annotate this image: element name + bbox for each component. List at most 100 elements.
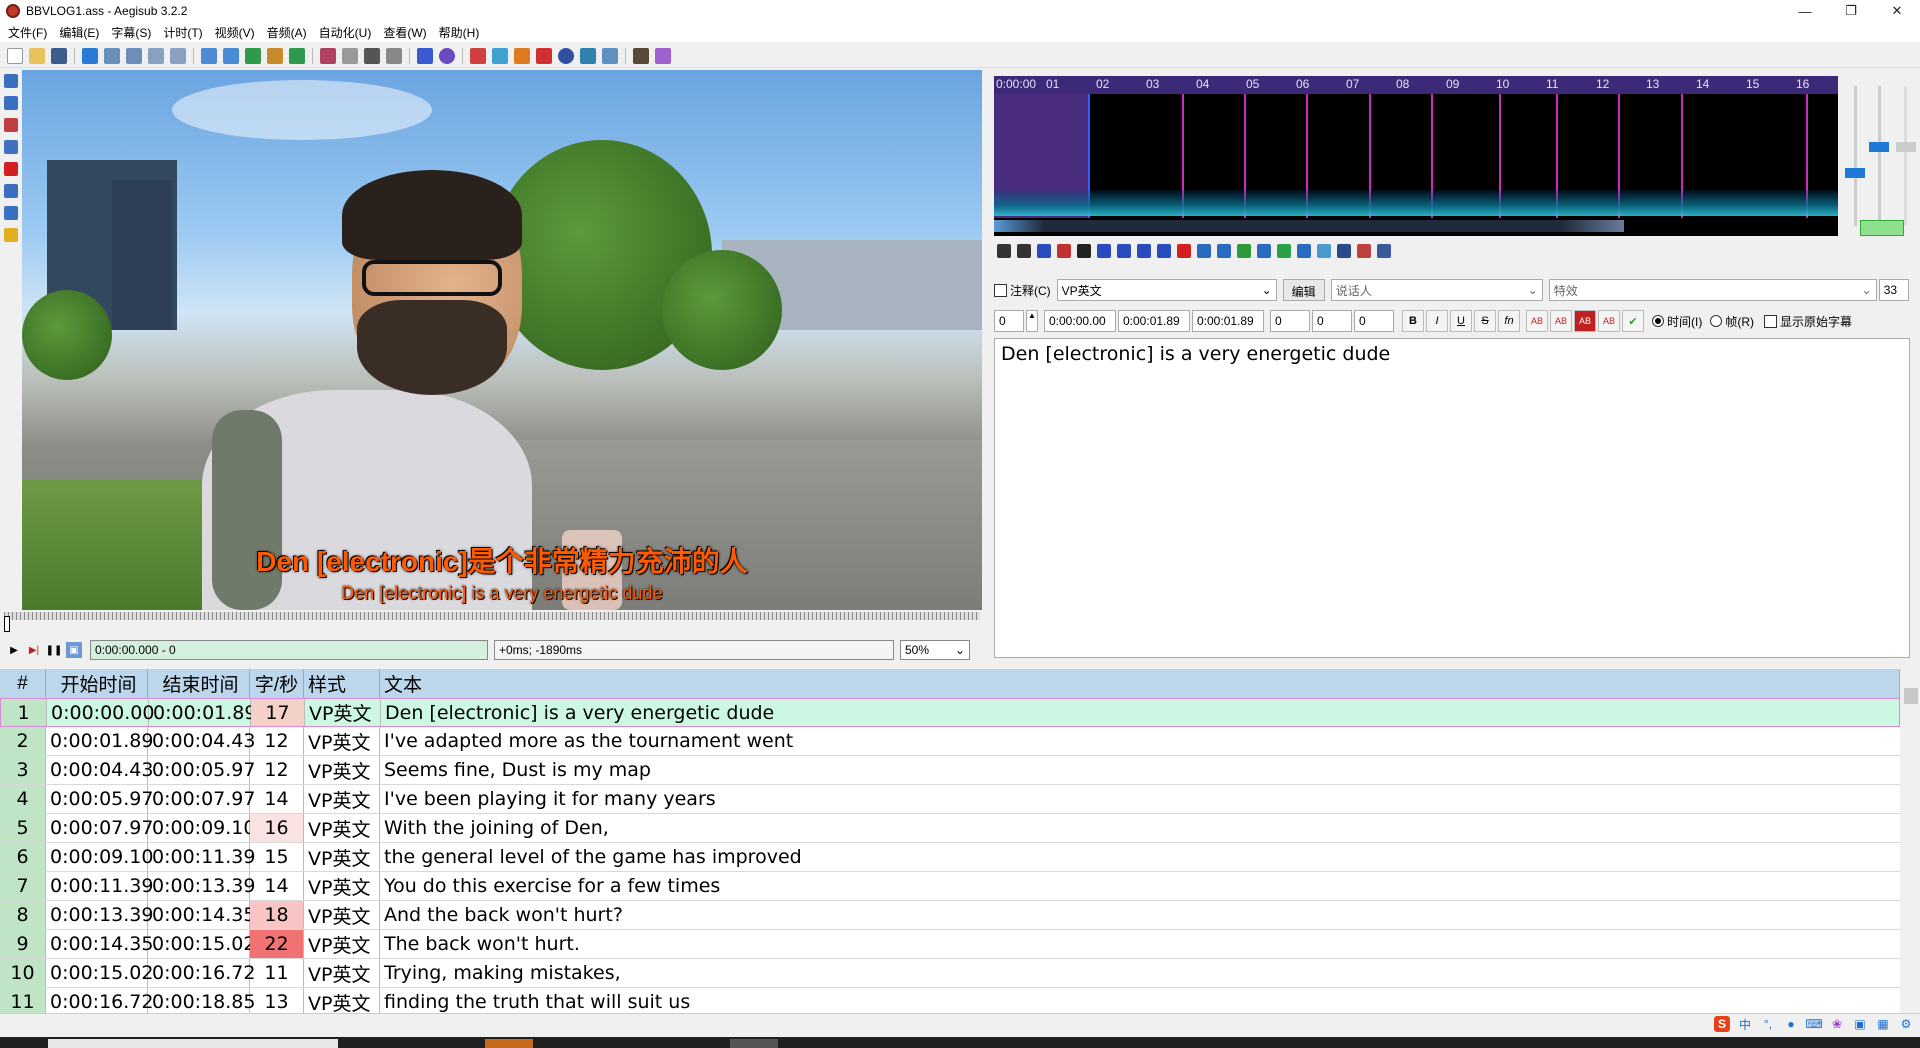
volume-slider[interactable] — [1904, 86, 1907, 226]
taskbar-item[interactable] — [48, 1039, 338, 1048]
spectrum-mode-icon[interactable] — [1337, 244, 1351, 258]
slider-knob[interactable] — [1896, 142, 1916, 152]
margin-vertical-field[interactable]: 0 — [1354, 310, 1394, 332]
minimize-button[interactable]: — — [1782, 0, 1828, 22]
margin-left-field[interactable]: 0 — [1270, 310, 1310, 332]
check-icon[interactable] — [602, 47, 618, 64]
attachments-icon[interactable] — [170, 47, 186, 64]
settings-icon[interactable]: ⚙ — [1898, 1016, 1914, 1032]
timing-tool-icon[interactable] — [1377, 244, 1391, 258]
autoscroll-icon[interactable]: ▣ — [66, 642, 82, 658]
clock-icon[interactable] — [558, 47, 574, 64]
time-radio[interactable] — [1652, 315, 1664, 327]
taskbar-item[interactable] — [730, 1039, 778, 1048]
properties-icon[interactable] — [148, 47, 164, 64]
automation-icon[interactable] — [439, 47, 455, 64]
auto-commit-icon[interactable] — [1277, 244, 1291, 258]
audio-scroll-thumb[interactable] — [994, 220, 1624, 232]
table-row[interactable]: 7 0:00:11.39 0:00:13.39 14 VP英文 You do this e… — [0, 872, 1900, 901]
open-file-icon[interactable] — [29, 47, 45, 64]
layer-field[interactable]: 0 — [994, 310, 1024, 332]
maximize-button[interactable]: ❐ — [1828, 0, 1874, 22]
header-num[interactable]: # — [0, 669, 46, 698]
secondary-color-button[interactable]: AB — [1550, 310, 1572, 332]
play-selection-icon[interactable] — [1037, 244, 1051, 258]
menu-video[interactable]: 视频(V) — [211, 24, 259, 41]
play-after-icon[interactable] — [1117, 244, 1131, 258]
translation-assistant-icon[interactable] — [417, 47, 433, 64]
menu-help[interactable]: 帮助(H) — [435, 24, 484, 41]
primary-color-button[interactable]: AB — [1526, 310, 1548, 332]
shadow-color-button[interactable]: AB — [1598, 310, 1620, 332]
seek-thumb[interactable] — [4, 616, 10, 632]
bold-button[interactable]: B — [1402, 310, 1424, 332]
vertical-zoom-slider[interactable] — [1878, 86, 1881, 226]
horizontal-zoom-slider[interactable] — [1854, 86, 1857, 226]
edit-style-button[interactable]: 编辑 — [1282, 279, 1325, 301]
grid-scroll-thumb[interactable] — [1904, 688, 1918, 704]
table-row[interactable]: 2 0:00:01.89 0:00:04.43 12 VP英文 I've adapted … — [0, 727, 1900, 756]
set-end-icon[interactable] — [1217, 244, 1231, 258]
link-sliders-icon[interactable] — [1860, 220, 1904, 236]
header-end[interactable]: 结束时间 — [148, 669, 250, 698]
auto-scroll-icon[interactable] — [1317, 244, 1331, 258]
commit-check-icon[interactable]: ✔ — [1622, 310, 1644, 332]
table-row[interactable]: 1 0:00:00.00 0:00:01.89 17 VP英文 Den [electron… — [0, 698, 1900, 727]
find-icon[interactable] — [201, 47, 217, 64]
snap-end-icon[interactable] — [492, 47, 508, 64]
game-icon[interactable]: ▣ — [1852, 1016, 1868, 1032]
underline-button[interactable]: U — [1450, 310, 1472, 332]
fonts-collector-icon[interactable] — [320, 47, 336, 64]
go-to-icon[interactable] — [1257, 244, 1271, 258]
style-select[interactable]: VP英文 ⌄ — [1056, 279, 1277, 301]
zoom-out-icon[interactable] — [126, 47, 142, 64]
italic-button[interactable]: I — [1426, 310, 1448, 332]
punctuation-icon[interactable]: °, — [1760, 1016, 1776, 1032]
outline-color-button[interactable]: AB — [1574, 310, 1596, 332]
frame-radio[interactable] — [1710, 315, 1723, 327]
resample-icon[interactable] — [267, 47, 283, 64]
scale-tool-icon[interactable] — [4, 162, 18, 176]
menu-file[interactable]: 文件(F) — [4, 24, 51, 41]
options-icon[interactable] — [633, 47, 649, 64]
tag-icon[interactable] — [655, 47, 671, 64]
replace-icon[interactable] — [223, 47, 239, 64]
table-row[interactable]: 8 0:00:13.39 0:00:14.35 18 VP英文 And the back … — [0, 901, 1900, 930]
strikeout-button[interactable]: S — [1474, 310, 1496, 332]
table-row[interactable]: 4 0:00:05.97 0:00:07.97 14 VP英文 I've been pla… — [0, 785, 1900, 814]
slider-knob[interactable] — [1869, 142, 1889, 152]
menu-automation[interactable]: 自动化(U) — [315, 24, 376, 41]
new-file-icon[interactable] — [7, 47, 23, 64]
kanji-timer-icon[interactable] — [364, 47, 380, 64]
play-line-icon[interactable]: ▶| — [26, 642, 42, 658]
play-icon[interactable]: ▶ — [6, 642, 22, 658]
grid-icon[interactable]: ▦ — [1875, 1016, 1891, 1032]
video-display[interactable]: Den [electronic]是个非常精力充沛的人 Den [electron… — [22, 70, 982, 610]
vector-clip-tool-icon[interactable] — [4, 206, 18, 220]
table-row[interactable]: 10 0:00:15.02 0:00:16.72 11 VP英文 Trying, maki… — [0, 959, 1900, 988]
jump-to-icon[interactable] — [82, 47, 98, 64]
video-zoom-select[interactable]: 50% ⌄ — [900, 640, 970, 660]
slider-knob[interactable] — [1845, 168, 1865, 178]
skin-icon[interactable]: ❀ — [1829, 1016, 1845, 1032]
play-before-icon[interactable] — [1097, 244, 1111, 258]
menu-edit[interactable]: 编辑(E) — [55, 24, 103, 41]
snap-start-icon[interactable] — [470, 47, 486, 64]
set-start-icon[interactable] — [1197, 244, 1211, 258]
menu-audio[interactable]: 音频(A) — [263, 24, 311, 41]
ime-language[interactable]: 中 — [1737, 1016, 1753, 1032]
pause-icon[interactable]: ❚❚ — [46, 642, 63, 658]
menu-timing[interactable]: 计时(T) — [159, 24, 206, 41]
audio-scrollbar[interactable] — [994, 218, 1838, 236]
table-row[interactable]: 6 0:00:09.10 0:00:11.39 15 VP英文 the general l… — [0, 843, 1900, 872]
commit-icon[interactable] — [1237, 244, 1251, 258]
font-button[interactable]: fn — [1498, 310, 1520, 332]
shift-times-icon[interactable] — [386, 47, 402, 64]
play-line-icon[interactable] — [514, 47, 530, 64]
keyboard-icon[interactable]: ⌨ — [1805, 1016, 1822, 1032]
comment-checkbox[interactable] — [994, 283, 1007, 297]
actor-select[interactable]: 说话人 ⌄ — [1330, 279, 1543, 301]
header-style[interactable]: 样式 — [304, 669, 380, 698]
timing-post-processor-icon[interactable] — [342, 47, 358, 64]
save-file-icon[interactable] — [51, 47, 67, 64]
